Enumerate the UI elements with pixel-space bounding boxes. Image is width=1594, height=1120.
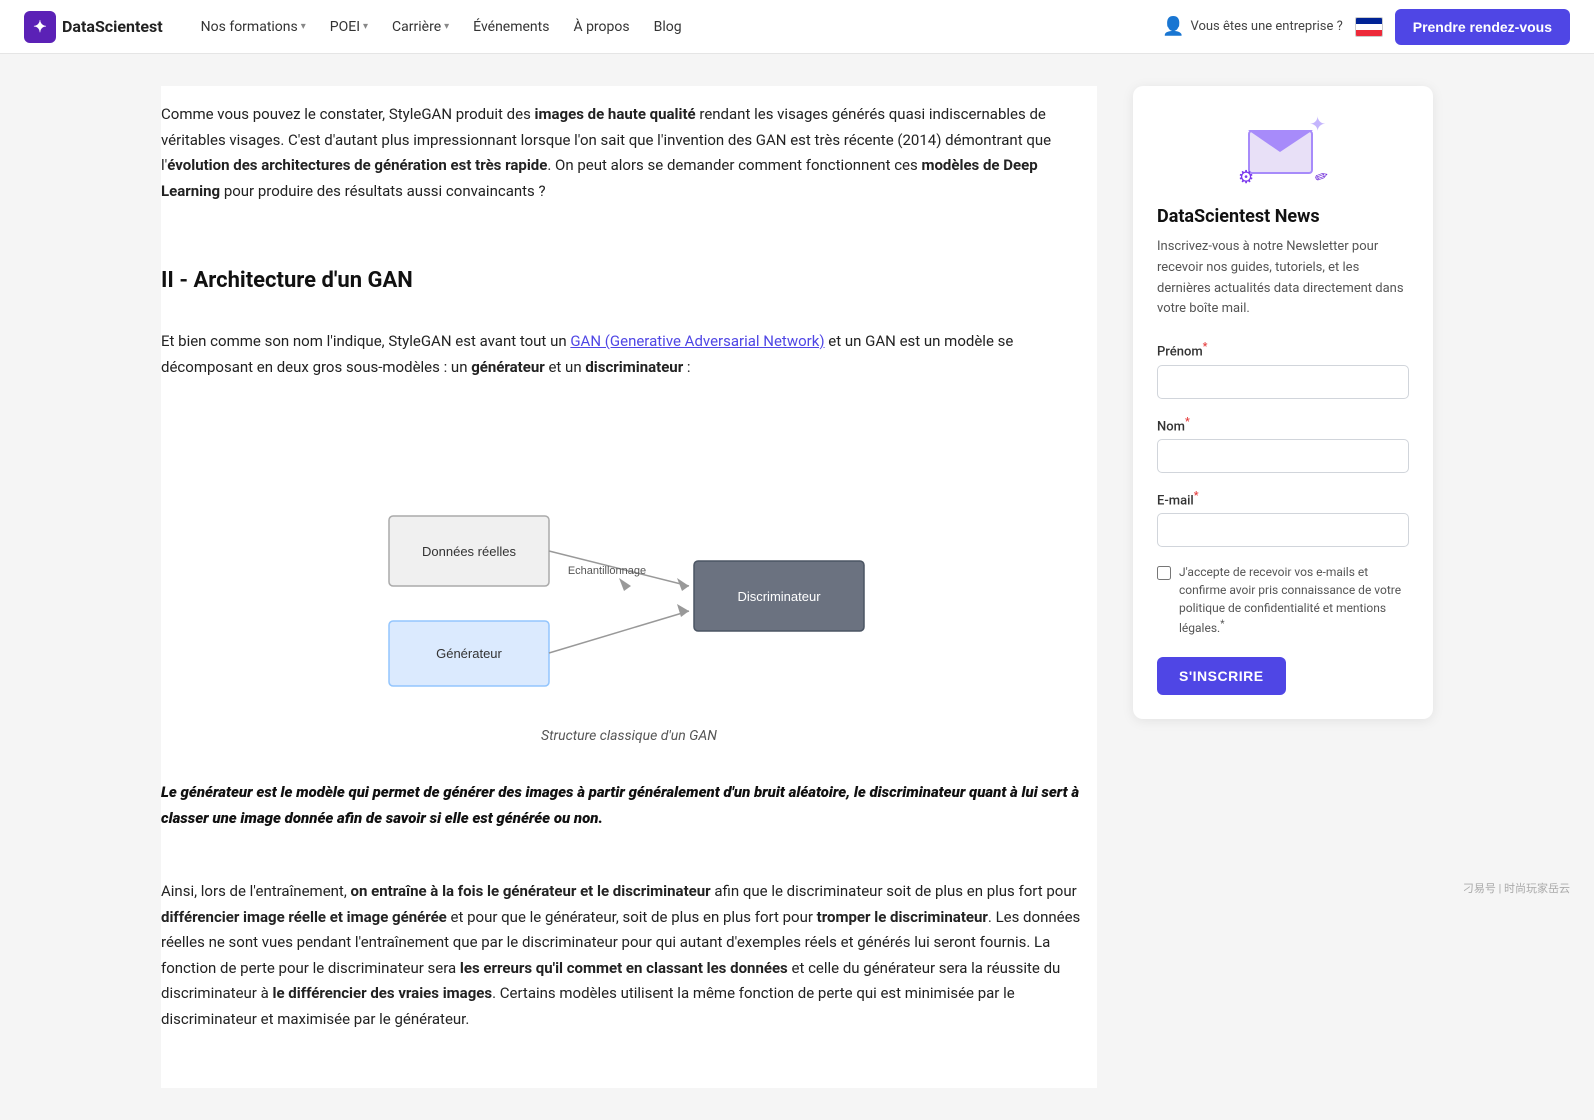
newsletter-card: ✦ ⚙ ✏ DataScientest News Inscrivez-vous … — [1133, 86, 1433, 719]
email-label: E-mail* — [1157, 489, 1409, 508]
gan-link[interactable]: GAN (Generative Adversarial Network) — [570, 332, 824, 350]
sidebar-icon-area: ✦ ⚙ ✏ — [1157, 110, 1409, 190]
email-input[interactable] — [1157, 513, 1409, 547]
logo-text: DataScientest — [62, 17, 163, 36]
enterprise-icon: 👤 — [1162, 16, 1184, 37]
section2-heading: II - Architecture d'un GAN — [161, 268, 1097, 293]
language-flag-icon[interactable] — [1355, 17, 1383, 37]
paragraph3-section: Ainsi, lors de l'entraînement, on entraî… — [161, 863, 1097, 1064]
bold-differencier: différencier image réelle et image génér… — [161, 908, 447, 926]
nav-item-carriere[interactable]: Carrière ▾ — [382, 13, 459, 41]
nav-item-poei[interactable]: POEI ▾ — [320, 13, 378, 41]
paragraph3: Ainsi, lors de l'entraînement, on entraî… — [161, 879, 1097, 1032]
nav-item-apropos[interactable]: À propos — [563, 13, 639, 41]
bold-text: images de haute qualité — [535, 105, 696, 123]
chevron-down-icon: ▾ — [301, 21, 306, 32]
section2-paragraph: Et bien comme son nom l'indique, StyleGA… — [161, 329, 1097, 380]
consent-label: J'accepte de recevoir vos e-mails et con… — [1179, 563, 1409, 637]
svg-text:Générateur: Générateur — [436, 646, 502, 661]
cta-button[interactable]: Prendre rendez-vous — [1395, 9, 1570, 45]
sidebar-title: DataScientest News — [1157, 206, 1409, 227]
discriminateur-bold: discriminateur — [585, 358, 683, 376]
blockquote-text: Le générateur est le modèle qui permet d… — [161, 780, 1097, 831]
generateur-bold: générateur — [471, 358, 545, 376]
nom-label: Nom* — [1157, 415, 1409, 434]
gear-icon: ⚙ — [1238, 167, 1254, 188]
logo-link[interactable]: ✦ DataScientest — [24, 11, 163, 43]
bold-erreurs: les erreurs qu'il commet en classant les… — [460, 959, 788, 977]
section2-intro-text: Et bien comme son nom l'indique, StyleGA… — [161, 313, 1097, 412]
logo-icon: ✦ — [24, 11, 56, 43]
prenom-field-group: Prénom* — [1157, 340, 1409, 398]
article-blockquote: Le générateur est le modèle qui permet d… — [161, 772, 1097, 847]
watermark: 刁易号 | 时尚玩家岳云 — [1463, 880, 1570, 896]
consent-checkbox[interactable] — [1157, 566, 1171, 580]
enterprise-link[interactable]: 👤 Vous êtes une entreprise ? — [1162, 16, 1343, 37]
bold-entraîne: on entraîne à la fois le générateur et l… — [351, 882, 711, 900]
navbar-right: 👤 Vous êtes une entreprise ? Prendre ren… — [1162, 9, 1570, 45]
bold-differencier2: le différencier des vraies images — [273, 984, 493, 1002]
prenom-input[interactable] — [1157, 365, 1409, 399]
email-field-group: E-mail* — [1157, 489, 1409, 547]
consent-checkbox-row: J'accepte de recevoir vos e-mails et con… — [1157, 563, 1409, 637]
prenom-label: Prénom* — [1157, 340, 1409, 359]
bold-text-2: évolution des architectures de génératio… — [167, 156, 547, 174]
navbar: ✦ DataScientest Nos formations ▾ POEI ▾ … — [0, 0, 1594, 54]
sidebar: ✦ ⚙ ✏ DataScientest News Inscrivez-vous … — [1133, 86, 1433, 719]
bold-tromper: tromper le discriminateur — [817, 908, 988, 926]
nav-item-evenements[interactable]: Événements — [463, 13, 559, 41]
intro-section: Comme vous pouvez le constater, StyleGAN… — [161, 86, 1097, 236]
gan-diagram-svg: Données réelles Générateur Echantillonna… — [369, 456, 889, 696]
gan-diagram: Données réelles Générateur Echantillonna… — [161, 440, 1097, 744]
nom-field-group: Nom* — [1157, 415, 1409, 473]
svg-text:Données réelles: Données réelles — [422, 544, 516, 559]
star-icon: ✦ — [1309, 112, 1326, 136]
sidebar-description: Inscrivez-vous à notre Newsletter pour r… — [1157, 237, 1409, 320]
nav-item-formations[interactable]: Nos formations ▾ — [191, 13, 316, 41]
chevron-down-icon: ▾ — [363, 21, 368, 32]
diagram-svg-wrapper: Données réelles Générateur Echantillonna… — [353, 440, 905, 716]
svg-text:Echantillonnage: Echantillonnage — [568, 565, 646, 577]
nav-menu: Nos formations ▾ POEI ▾ Carrière ▾ Événe… — [191, 13, 1154, 41]
subscribe-button[interactable]: S'INSCRIRE — [1157, 657, 1286, 695]
page-layout: Comme vous pouvez le constater, StyleGAN… — [137, 54, 1457, 1120]
pencil-icon: ✏ — [1312, 165, 1331, 187]
svg-text:Discriminateur: Discriminateur — [737, 589, 821, 604]
envelope-flap-icon — [1248, 130, 1313, 152]
chevron-down-icon: ▾ — [444, 21, 449, 32]
newsletter-icon-graphic: ✦ ⚙ ✏ — [1238, 110, 1328, 190]
intro-paragraph: Comme vous pouvez le constater, StyleGAN… — [161, 102, 1097, 204]
nav-item-blog[interactable]: Blog — [644, 13, 692, 41]
nom-input[interactable] — [1157, 439, 1409, 473]
diagram-caption: Structure classique d'un GAN — [541, 728, 717, 744]
main-content: Comme vous pouvez le constater, StyleGAN… — [161, 86, 1097, 1088]
